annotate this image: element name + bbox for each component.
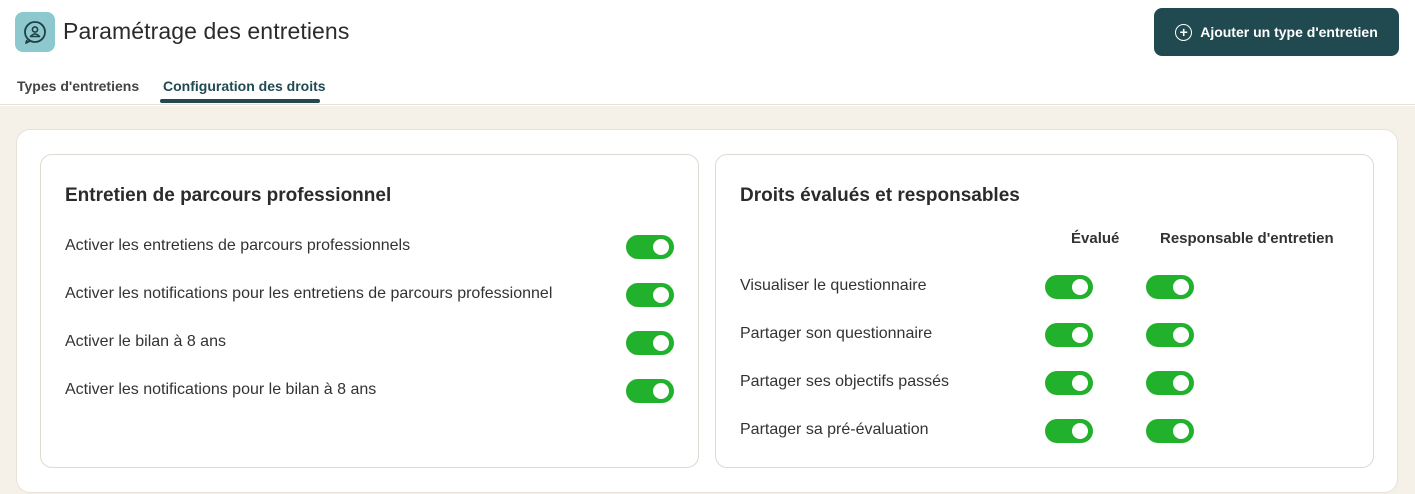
column-header-responsable: Responsable d'entretien	[1160, 230, 1334, 247]
add-interview-type-button[interactable]: + Ajouter un type d'entretien	[1154, 8, 1399, 56]
toggle-enable-8-year-review[interactable]	[626, 331, 674, 355]
column-header-evalue: Évalué	[1071, 230, 1120, 247]
tab-rights-configuration[interactable]: Configuration des droits	[163, 78, 326, 94]
toggle-knob	[653, 383, 669, 399]
toggle-knob	[653, 239, 669, 255]
toggle-knob	[1072, 327, 1088, 343]
toggle-responsable-share-past-objectives[interactable]	[1146, 371, 1194, 395]
toggle-responsable-share-self-evaluation[interactable]	[1146, 419, 1194, 443]
toggle-knob	[653, 287, 669, 303]
add-interview-type-label: Ajouter un type d'entretien	[1200, 24, 1378, 40]
tab-interview-types[interactable]: Types d'entretiens	[17, 78, 139, 94]
setting-label-enable-8-year-review: Activer le bilan à 8 ans	[65, 333, 226, 350]
toggle-knob	[1072, 375, 1088, 391]
setting-label-enable-career-interviews: Activer les entretiens de parcours profe…	[65, 237, 411, 254]
toggle-knob	[1173, 375, 1189, 391]
toggle-knob	[1173, 327, 1189, 343]
right-label-share-self-evaluation: Partager sa pré-évaluation	[740, 421, 929, 438]
toggle-evalue-share-past-objectives[interactable]	[1045, 371, 1093, 395]
toggle-evalue-share-questionnaire[interactable]	[1045, 323, 1093, 347]
page-title: Paramétrage des entretiens	[63, 18, 350, 44]
setting-label-career-notifications: Activer les notifications pour les entre…	[65, 285, 553, 302]
toggle-knob	[653, 335, 669, 351]
app-logo	[15, 12, 55, 52]
plus-circle-icon: +	[1175, 23, 1193, 41]
career-interview-panel-title: Entretien de parcours professionnel	[65, 185, 392, 206]
toggle-knob	[1173, 279, 1189, 295]
rights-panel-title: Droits évalués et responsables	[740, 185, 1020, 206]
toggle-knob	[1173, 423, 1189, 439]
toggle-career-notifications[interactable]	[626, 283, 674, 307]
toggle-responsable-share-questionnaire[interactable]	[1146, 323, 1194, 347]
toggle-knob	[1072, 279, 1088, 295]
setting-label-8-year-review-notifications: Activer les notifications pour le bilan …	[65, 381, 377, 398]
active-tab-indicator	[160, 99, 320, 103]
chat-person-icon	[24, 21, 46, 44]
toggle-responsable-view-questionnaire[interactable]	[1146, 275, 1194, 299]
toggle-evalue-view-questionnaire[interactable]	[1045, 275, 1093, 299]
toggle-evalue-share-self-evaluation[interactable]	[1045, 419, 1093, 443]
toggle-enable-career-interviews[interactable]	[626, 235, 674, 259]
right-label-share-questionnaire: Partager son questionnaire	[740, 325, 933, 342]
right-label-share-past-objectives: Partager ses objectifs passés	[740, 373, 949, 390]
right-label-view-questionnaire: Visualiser le questionnaire	[740, 277, 927, 294]
toggle-knob	[1072, 423, 1088, 439]
toggle-8-year-review-notifications[interactable]	[626, 379, 674, 403]
